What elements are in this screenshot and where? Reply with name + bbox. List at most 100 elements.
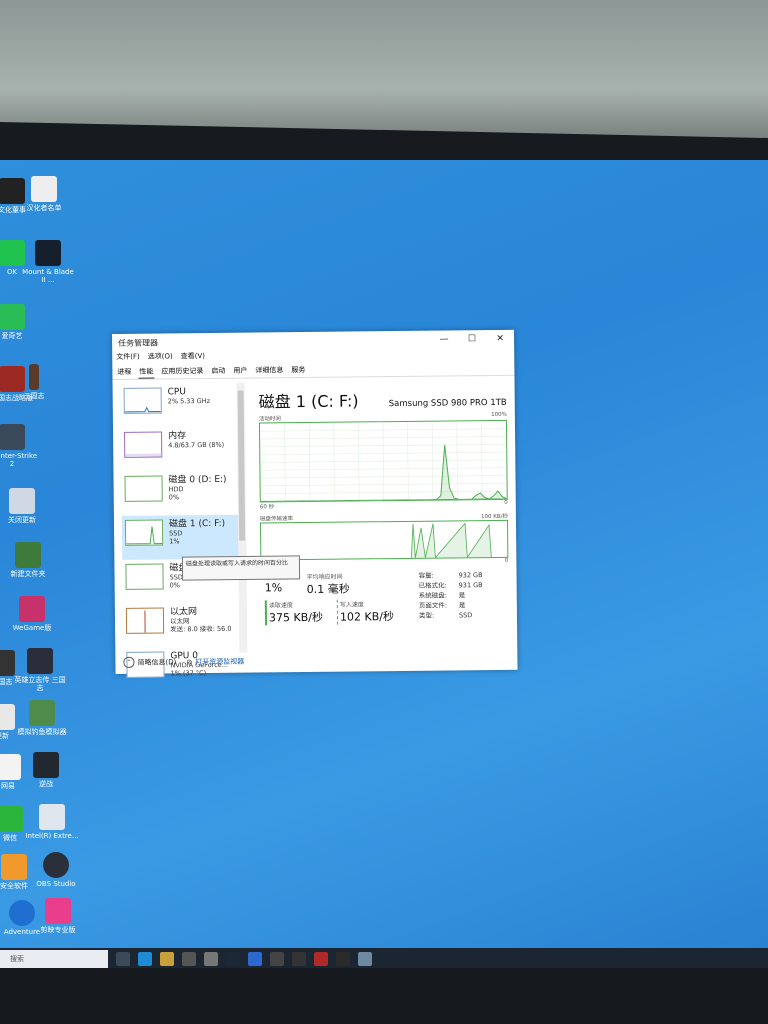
disk-model: Samsung SSD 980 PRO 1TB <box>388 397 507 410</box>
device-gpu[interactable]: GPU 0 NVIDIA GeForce... 1% (37 °C) <box>123 647 247 692</box>
scrollbar-thumb[interactable] <box>237 390 246 541</box>
desktop-icon-label: Counter-Strike 2 <box>0 452 38 468</box>
prop-value: SSD <box>458 611 473 620</box>
file-icon <box>31 176 57 202</box>
active-time-graph <box>258 419 508 503</box>
stat-active-time: 1% <box>264 581 283 595</box>
device-thumbnail <box>125 607 165 634</box>
desktop-icon-label: 关闭更新 <box>8 516 36 524</box>
graph-x-right: 0 <box>504 499 508 506</box>
tab-performance[interactable]: 性能 <box>138 364 155 379</box>
desktop-icon[interactable]: 三国志 <box>6 364 62 400</box>
app-icon[interactable] <box>270 952 284 966</box>
desktop-icon[interactable]: 剪映专业版 <box>30 898 86 934</box>
app-icon[interactable] <box>314 952 328 966</box>
device-disk-0[interactable]: 磁盘 0 (D: E:) HDD 0% <box>121 471 245 516</box>
tab-services[interactable]: 服务 <box>290 363 306 377</box>
prop-key: 类型: <box>418 611 435 620</box>
app-icon <box>0 704 15 730</box>
desktop-icon-label: 剪映专业版 <box>40 926 76 934</box>
chevron-up-icon[interactable]: ⌃ <box>123 656 135 668</box>
maximize-button[interactable]: ☐ <box>458 334 486 344</box>
stat-avg-response: 0.1 毫秒 <box>306 582 350 596</box>
device-list-scrollbar[interactable] <box>236 382 248 653</box>
desktop-icon[interactable]: OBS Studio <box>28 852 84 888</box>
desktop-icon-label: 英雄立志传 三国志 <box>14 676 66 692</box>
device-sub: 0% <box>168 493 180 502</box>
tab-users[interactable]: 用户 <box>232 364 248 378</box>
desktop-icon[interactable]: 模拟钓鱼模拟器 <box>14 700 70 736</box>
app-icon <box>0 424 25 450</box>
desktop-icon[interactable]: 关闭更新 <box>0 488 50 524</box>
desktop-icon[interactable]: Intel(R) Extre... <box>24 804 80 840</box>
task-manager-icon[interactable] <box>358 952 372 966</box>
device-name: 磁盘 1 (C: F:) <box>168 518 226 530</box>
minimize-button[interactable]: — <box>430 334 458 344</box>
task-view-icon[interactable] <box>116 952 130 966</box>
tab-bar: 进程 性能 应用历史记录 启动 用户 详细信息 服务 <box>112 360 515 380</box>
tooltip: 磁盘处理读取或写入请求的时间百分比 <box>181 555 301 581</box>
tab-processes[interactable]: 进程 <box>116 365 132 379</box>
prop-key: 容量: <box>418 571 434 580</box>
device-name: 内存 <box>168 431 187 442</box>
prop-key: 页面文件: <box>418 601 448 610</box>
fewer-details-button[interactable]: 简略信息(D) <box>137 657 176 667</box>
app-icon <box>45 898 71 924</box>
desktop-icon[interactable]: Mount & Blade II ... <box>20 240 76 284</box>
store-icon[interactable] <box>182 952 196 966</box>
app-icon <box>19 596 45 622</box>
app-icon[interactable] <box>336 952 350 966</box>
graph-max: 100% <box>491 411 507 419</box>
desktop-icon[interactable]: 英雄立志传 三国志 <box>12 648 68 692</box>
device-thumbnail <box>125 563 164 590</box>
tab-startup[interactable]: 启动 <box>210 364 226 378</box>
app-icon <box>27 648 53 674</box>
tab-details[interactable]: 详细信息 <box>254 363 284 377</box>
app-icon <box>1 854 27 880</box>
app-icon[interactable] <box>248 952 262 966</box>
steam-icon[interactable] <box>226 952 240 966</box>
app-icon[interactable] <box>292 952 306 966</box>
device-sub: 0% <box>169 581 180 590</box>
graph-max: 100 KB/秒 <box>480 513 508 521</box>
desktop-icon[interactable]: 新建文件夹 <box>0 542 56 578</box>
mail-icon[interactable] <box>204 952 218 966</box>
desktop-icon[interactable]: WeGame版 <box>4 596 60 632</box>
graph-label: 活动时间 <box>258 416 281 423</box>
device-disk-1[interactable]: 磁盘 1 (C: F:) SSD 1% <box>121 514 247 560</box>
desktop-icon[interactable]: 逆战 <box>18 752 74 788</box>
menu-options[interactable]: 选项(O) <box>148 351 173 364</box>
app-icon <box>29 364 39 390</box>
device-name: CPU <box>167 387 186 398</box>
desktop-icon-label: 汉化者名单 <box>26 204 62 212</box>
device-memory[interactable]: 内存 4.8/63.7 GB (8%) <box>121 427 245 472</box>
app-icon <box>15 542 41 568</box>
app-icon <box>0 806 23 832</box>
desktop-icon[interactable]: 爱奇艺 <box>0 304 40 340</box>
device-cpu[interactable]: CPU 2% 5.33 GHz <box>121 383 245 428</box>
detail-panel: 磁盘 1 (C: F:) Samsung SSD 980 PRO 1TB 活动时… <box>259 386 510 633</box>
tab-app-history[interactable]: 应用历史记录 <box>160 364 204 378</box>
taskbar-search[interactable]: 搜索 <box>0 950 108 968</box>
app-icon <box>43 852 69 878</box>
desktop-icon-label: 逆战 <box>39 780 53 788</box>
desktop-icon[interactable]: 汉化者名单 <box>16 176 72 212</box>
desktop-icon-label: WeGame版 <box>12 624 52 632</box>
app-icon <box>9 488 35 514</box>
folder-icon[interactable] <box>160 952 174 966</box>
prop-value: 931 GB <box>458 581 483 590</box>
device-sub: 1% (37 °C) <box>170 669 207 678</box>
desktop-icon[interactable]: Counter-Strike 2 <box>0 424 40 468</box>
device-sub: 1% <box>169 537 180 546</box>
resource-monitor-icon: ⊘ <box>186 657 193 666</box>
menu-file[interactable]: 文件(F) <box>116 352 140 365</box>
device-thumbnail <box>124 519 164 546</box>
open-resource-monitor-link[interactable]: 打开资源监视器 <box>195 656 244 667</box>
prop-key: 已格式化: <box>418 581 447 590</box>
app-icon <box>0 304 25 330</box>
menu-view[interactable]: 查看(V) <box>181 351 205 364</box>
edge-icon[interactable] <box>138 952 152 966</box>
device-ethernet[interactable]: 以太网 以太网 发送: 8.0 接收: 56.0 <box>123 603 247 648</box>
desktop-icon-label: OBS Studio <box>36 880 76 888</box>
close-button[interactable]: ✕ <box>486 334 514 344</box>
